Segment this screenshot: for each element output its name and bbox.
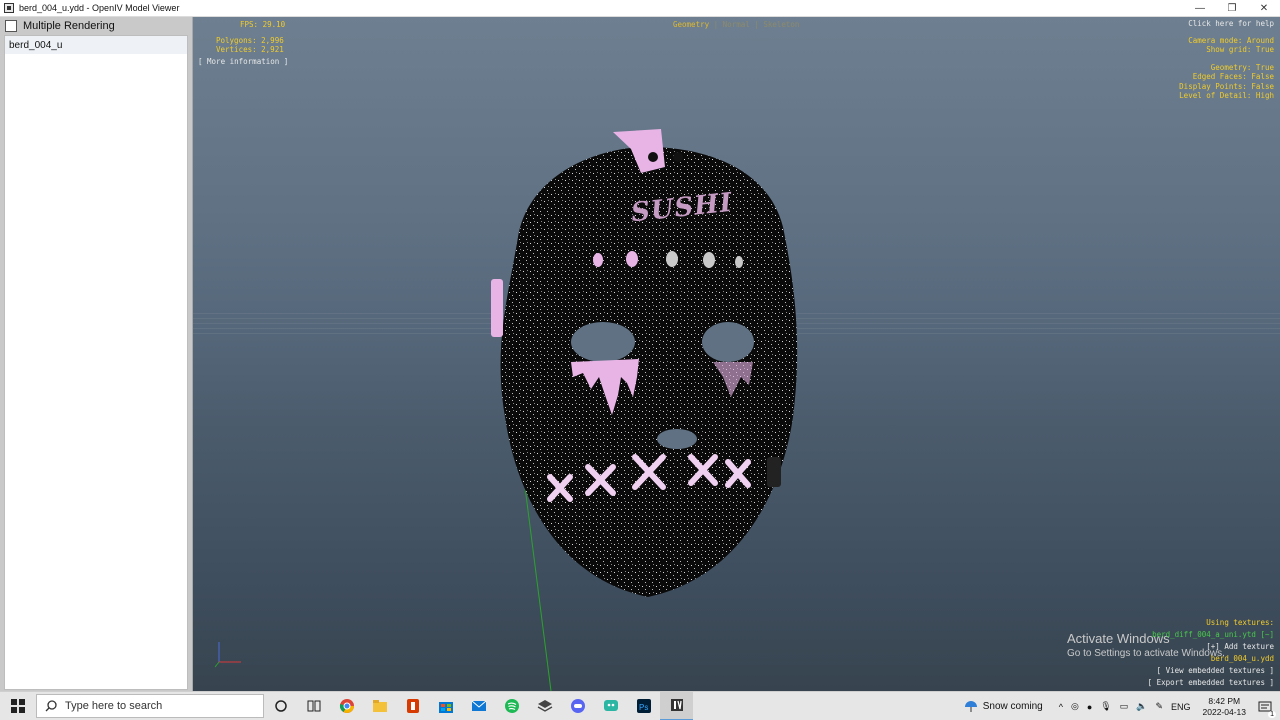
help-link[interactable]: Click here for help [1188, 19, 1274, 29]
more-information-link[interactable]: [ More information ] [198, 57, 288, 67]
add-texture-link[interactable]: [+] Add texture [1206, 642, 1274, 652]
system-tray: Snow coming ^ ◎ ● 🎙 ▭ 🔈 ✎ ENG 8:42 PM 20… [960, 692, 1280, 720]
minimize-button[interactable]: — [1184, 0, 1216, 17]
tray-app-icon[interactable]: ◎ [1071, 701, 1079, 712]
export-embedded-textures-link[interactable]: [ Export embedded textures ] [1148, 678, 1274, 688]
show-grid-setting[interactable]: Show grid: True [1206, 45, 1274, 55]
spotify-icon[interactable] [495, 692, 528, 720]
using-textures-label: Using textures: [1206, 618, 1274, 627]
svg-text:Ps: Ps [639, 703, 648, 712]
tab-separator: | [749, 20, 764, 29]
weather-text: Snow coming [982, 701, 1043, 712]
clock-time: 8:42 PM [1208, 695, 1241, 706]
taskbar-clock[interactable]: 8:42 PM 2022-04-13 [1203, 696, 1246, 718]
render-mode-tabs: Geometry | Normal | Skeleton [673, 20, 799, 29]
texture-entry[interactable]: berd_diff_004_a_uni.ytd [~] [1152, 630, 1274, 640]
list-item[interactable]: berd_004_u [5, 36, 187, 54]
pen-icon[interactable]: ✎ [1155, 701, 1163, 712]
tray-security-icon[interactable]: ● [1087, 702, 1092, 712]
chat-app-icon[interactable] [594, 692, 627, 720]
3d-viewport[interactable]: SUSHI FPS: 29.10 Polygons: 2,996 Vertice… [193, 17, 1280, 691]
network-icon[interactable]: ▭ [1120, 701, 1129, 712]
embedded-model-name: berd_004_u.ydd [1210, 654, 1274, 663]
clock-date: 2022-04-13 [1202, 706, 1246, 717]
openiv-app-icon [4, 3, 14, 13]
axis-gizmo [214, 642, 241, 668]
language-indicator[interactable]: ENG [1171, 702, 1191, 712]
chrome-icon[interactable] [330, 692, 363, 720]
office-icon[interactable] [396, 692, 429, 720]
weather-widget[interactable]: Snow coming [964, 700, 1043, 714]
start-button[interactable] [0, 692, 36, 720]
taskbar-search-box[interactable]: Type here to search [36, 694, 264, 718]
tab-separator: | [709, 20, 723, 29]
vertices-readout: Vertices: 2,921 [216, 45, 284, 54]
store-icon[interactable] [429, 692, 462, 720]
multiple-rendering-toggle[interactable]: Multiple Rendering [5, 17, 115, 34]
search-placeholder: Type here to search [65, 700, 163, 712]
tab-skeleton[interactable]: Skeleton [763, 20, 799, 29]
tab-geometry[interactable]: Geometry [673, 20, 709, 29]
model-list-panel: Multiple Rendering berd_004_u [0, 17, 193, 691]
stack-app-icon[interactable] [528, 692, 561, 720]
search-icon [45, 700, 57, 712]
cortana-icon[interactable] [264, 692, 297, 720]
volume-icon[interactable]: 🔈 [1136, 701, 1147, 712]
title-bar: berd_004_u.ydd - OpenIV Model Viewer — ❐… [0, 0, 1280, 17]
notification-count: 1 [1268, 710, 1276, 718]
windows-taskbar: Type here to search Ps Snow coming ^ ◎ ●… [0, 691, 1280, 720]
activate-windows-subtext: Go to Settings to activate Windows. [1067, 648, 1225, 659]
photoshop-icon[interactable]: Ps [627, 692, 660, 720]
view-embedded-textures-link[interactable]: [ View embedded textures ] [1157, 666, 1274, 676]
tab-normal[interactable]: Normal [723, 20, 750, 29]
model-list: berd_004_u [4, 35, 188, 690]
file-explorer-icon[interactable] [363, 692, 396, 720]
multiple-rendering-label: Multiple Rendering [23, 19, 115, 32]
scene-svg [214, 129, 798, 691]
window-title: berd_004_u.ydd - OpenIV Model Viewer [19, 3, 180, 13]
mail-icon[interactable] [462, 692, 495, 720]
task-view-icon[interactable] [297, 692, 330, 720]
microphone-icon[interactable]: 🎙 [1100, 701, 1111, 712]
windows-logo-icon [11, 699, 25, 713]
umbrella-icon [964, 700, 977, 712]
controller-app-icon[interactable] [561, 692, 594, 720]
notification-icon[interactable]: 1 [1258, 701, 1276, 718]
restore-button[interactable]: ❐ [1216, 0, 1248, 17]
openiv-taskbar-icon[interactable] [660, 691, 693, 720]
multiple-rendering-checkbox[interactable] [5, 19, 17, 32]
edged-faces-setting[interactable]: Edged Faces: False [1193, 72, 1274, 82]
chevron-up-icon[interactable]: ^ [1059, 702, 1063, 712]
fps-readout: FPS: 29.10 [240, 20, 286, 29]
level-of-detail-setting[interactable]: Level of Detail: High [1179, 91, 1274, 101]
window-controls: — ❐ ✕ [1184, 0, 1280, 17]
close-button[interactable]: ✕ [1248, 0, 1280, 17]
